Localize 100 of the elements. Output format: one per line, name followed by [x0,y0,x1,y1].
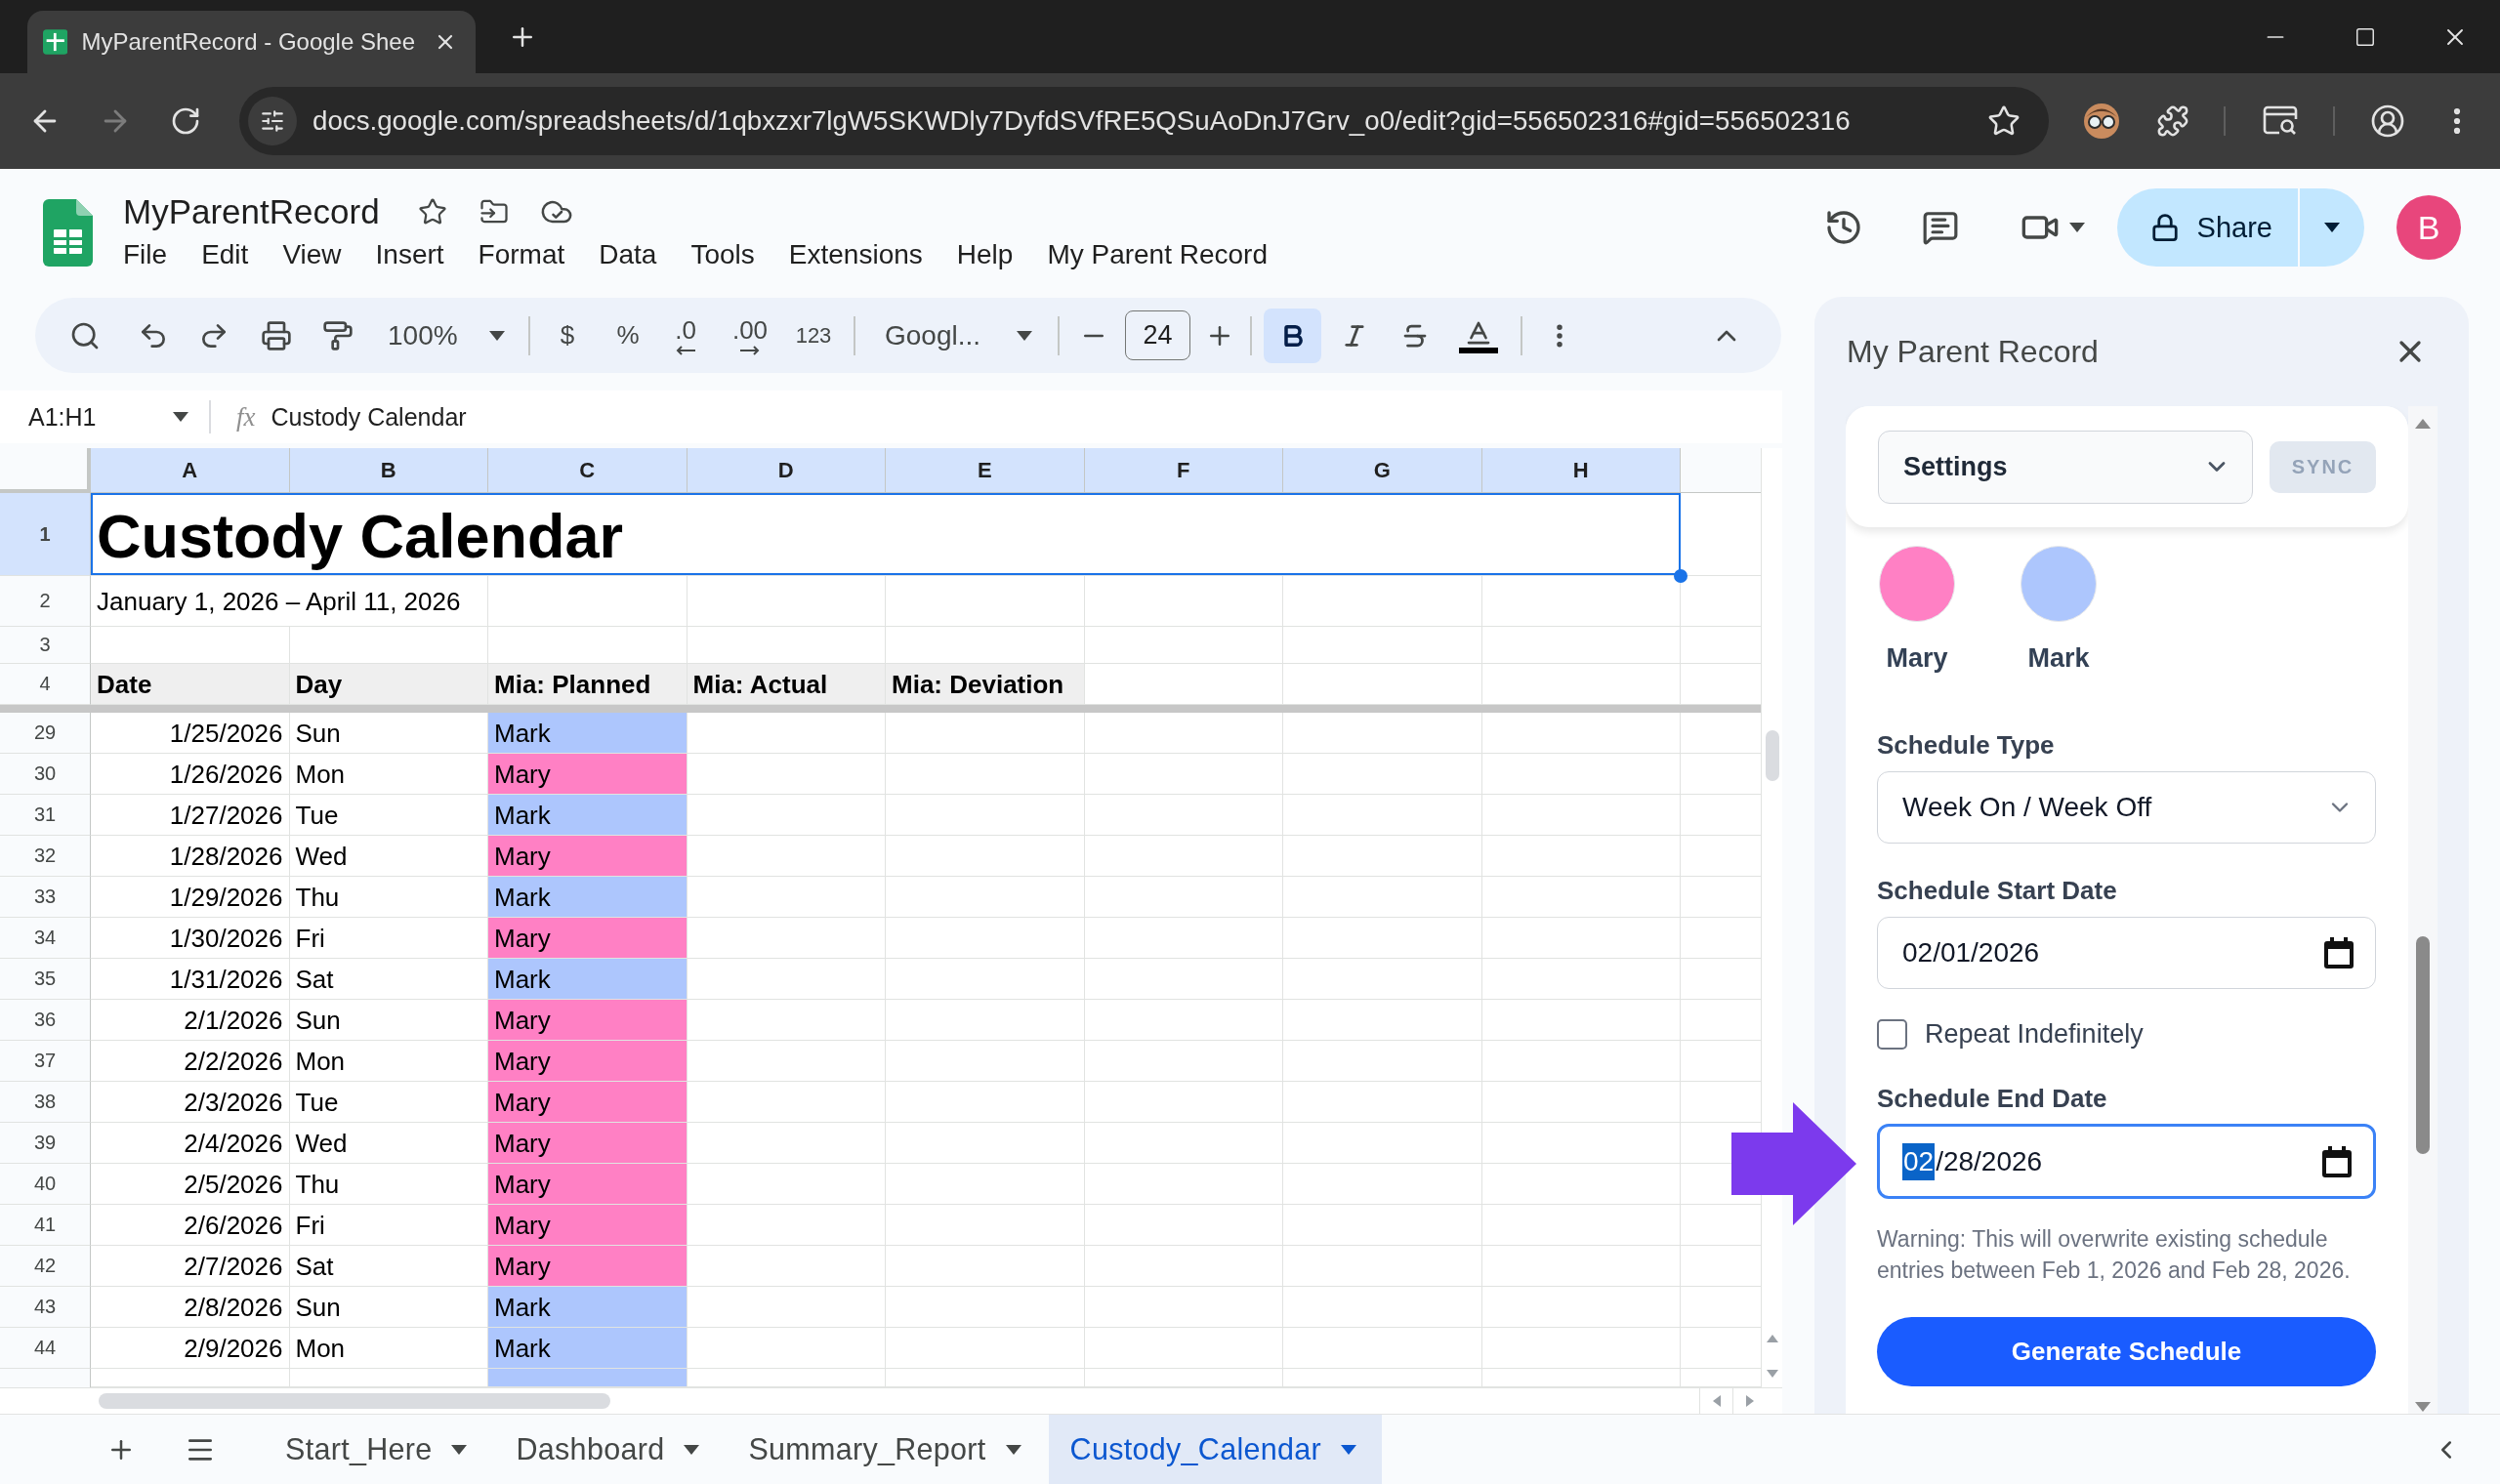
table-cell: Fri [289,918,488,959]
document-title[interactable]: MyParentRecord [123,192,380,231]
left-arrow-icon [675,346,696,355]
row-header[interactable]: 42 [0,1246,91,1287]
selection-handle[interactable] [1674,569,1688,583]
share-button[interactable]: Share [2116,188,2298,267]
address-bar[interactable]: docs.google.com/spreadsheets/d/1qbxzxr7lgW5SKWDly7DyfdSVfRE5QSuAoDnJ7Grv_o0/edit?gid=556502316#gid=556502316 [239,87,2049,155]
column-header[interactable]: B [289,448,488,493]
sheet-tab[interactable]: Summary_Report [727,1414,1047,1484]
scrollbar-thumb[interactable] [2416,936,2430,1154]
generate-schedule-button[interactable]: Generate Schedule [1877,1317,2376,1386]
menu-item[interactable]: Tools [690,239,755,270]
scrollbar-thumb[interactable] [99,1393,610,1409]
column-header[interactable]: D [687,448,886,493]
sheets-logo-icon[interactable] [43,199,93,267]
bold-button[interactable] [1264,308,1321,363]
menu-item[interactable]: View [282,239,342,270]
date-input[interactable]: 02/28/2026 [1877,1124,2376,1199]
scroll-down-icon[interactable] [1766,1370,1778,1378]
paint-roller-icon[interactable] [322,319,354,351]
menu-item[interactable]: Help [956,239,1014,270]
name-box[interactable]: A1:H1 [0,402,195,432]
row-header[interactable]: 30 [0,754,91,795]
menu-item[interactable]: Data [599,239,657,270]
row-header[interactable]: 41 [0,1205,91,1246]
column-header[interactable]: A [91,448,290,493]
menu-item[interactable]: Insert [375,239,444,270]
zoom-select[interactable]: 100% [376,308,513,363]
scroll-right-icon[interactable] [1745,1395,1754,1407]
percent-format-button[interactable]: % [610,308,646,363]
scroll-up-icon[interactable] [2415,419,2431,429]
calendar-icon[interactable] [2322,1145,2352,1177]
formula-input[interactable]: Custody Calendar [271,402,467,432]
sheet-tab[interactable]: Custody_Calendar [1048,1414,1383,1484]
sheet-tab[interactable]: Dashboard [494,1414,726,1484]
table-cell: Mary [488,1164,688,1205]
row-header[interactable]: 31 [0,795,91,836]
date-input[interactable]: 02/01/2026 [1877,917,2376,989]
warning-text: Warning: This will overwrite existing schedule entries between Feb 1, 2026 and Feb 28, 2026. [1877,1225,2352,1285]
sheet-tab[interactable]: Start_Here [264,1414,493,1484]
print-icon[interactable] [261,319,292,351]
account-avatar[interactable]: B [2396,195,2461,260]
row-header[interactable]: 44 [0,1328,91,1369]
font-select[interactable]: Googl... [873,308,1040,363]
row-header[interactable]: 1 [0,493,91,576]
browser-tab[interactable]: MyParentRecord - Google Shee [27,11,476,73]
menu-item[interactable]: Extensions [788,239,923,270]
table-cell: 2/5/2026 [91,1164,290,1205]
tab-search-icon[interactable] [2263,105,2298,137]
row-header[interactable]: 35 [0,959,91,1000]
row-header[interactable]: 36 [0,1000,91,1041]
scroll-down-icon[interactable] [2415,1402,2431,1412]
menu-item[interactable]: My Parent Record [1047,239,1268,270]
row-header[interactable]: 39 [0,1123,91,1164]
row-header[interactable]: 38 [0,1082,91,1123]
column-header[interactable]: F [1084,448,1283,493]
increase-decimal-button[interactable]: .00 [727,308,773,363]
menu-item[interactable]: Format [478,239,565,270]
schedule-type-select[interactable]: Week On / Week Off [1877,771,2376,844]
number-format-button[interactable]: 123 [790,308,837,363]
checkbox-label[interactable]: Repeat Indefinitely [1925,1019,2144,1050]
profile-icon[interactable] [2370,103,2405,139]
row-header[interactable]: 32 [0,836,91,877]
view-select[interactable]: Settings [1878,430,2253,504]
table-cell: Mark [488,877,688,918]
table-cell: Thu [289,1164,488,1205]
column-header[interactable]: H [1481,448,1681,493]
face-with-glasses-icon[interactable] [2083,103,2120,140]
row-header[interactable]: 37 [0,1041,91,1082]
reload-icon[interactable] [170,105,201,137]
currency-format-button[interactable]: $ [552,308,583,363]
maximize-icon[interactable] [2354,25,2376,48]
table-cell: Custody Calendar [91,493,1681,576]
comment-icon[interactable] [1921,209,1959,246]
row-header[interactable]: 43 [0,1287,91,1328]
scroll-up-icon[interactable] [1766,1335,1778,1342]
column-header[interactable]: C [488,448,688,493]
bookmark-star-icon[interactable] [1987,104,2021,138]
scrollbar-thumb[interactable] [1765,730,1779,781]
table-cell: Mark [488,795,688,836]
row-header[interactable]: 4 [0,664,91,705]
puzzle-icon[interactable] [2156,104,2189,138]
row-header[interactable]: 34 [0,918,91,959]
calendar-icon[interactable] [2324,937,2354,969]
row-header[interactable]: 40 [0,1164,91,1205]
decrease-decimal-button[interactable]: .0 [666,308,705,363]
row-header[interactable]: 3 [0,627,91,664]
checkbox[interactable] [1877,1019,1907,1050]
scroll-left-icon[interactable] [1712,1395,1721,1407]
table-cell: January 1, 2026 – April 11, 2026 [91,576,488,627]
row-header[interactable]: 29 [0,713,91,754]
star-icon[interactable] [417,197,447,227]
font-size-field[interactable]: 24 [1125,310,1190,360]
row-header[interactable]: 2 [0,576,91,627]
column-header[interactable]: G [1283,448,1482,493]
column-header[interactable]: E [886,448,1085,493]
site-info-button[interactable] [248,97,297,145]
menu-item[interactable]: Edit [201,239,249,270]
row-header[interactable]: 33 [0,877,91,918]
menu-item[interactable]: File [123,239,168,270]
